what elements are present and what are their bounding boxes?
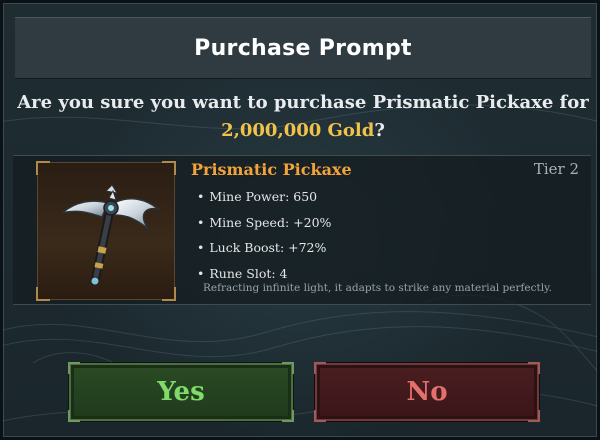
button-corner <box>282 362 294 374</box>
stat-luck-boost: • Luck Boost: +72% <box>197 240 327 255</box>
frame-corner <box>162 161 176 175</box>
stat-list: • Mine Power: 650 • Mine Speed: +20% • Luck… <box>197 184 331 286</box>
item-panel: Prismatic Pickaxe Tier 2 • Mine Power: 65… <box>13 155 591 305</box>
stat-mine-speed: • Mine Speed: +20% <box>197 214 332 230</box>
frame-corner <box>36 287 50 301</box>
title-bar: Purchase Prompt <box>15 17 591 79</box>
stat-mine-power: • Mine Power: 650 <box>197 189 318 204</box>
stat-text: Rune Slot: 4 <box>209 265 288 281</box>
yes-button[interactable]: Yes <box>68 362 294 422</box>
stat-text: Luck Boost: +72% <box>209 240 327 255</box>
frame-corner <box>36 161 50 175</box>
item-icon-frame <box>36 161 176 301</box>
pickaxe-icon <box>61 184 161 286</box>
price-text: 2,000,000 Gold <box>221 120 375 141</box>
frame-corner <box>162 287 176 301</box>
yes-button-label: Yes <box>157 377 205 407</box>
button-corner <box>68 362 80 374</box>
tier-label: Tier 2 <box>533 160 579 178</box>
dialog-title: Purchase Prompt <box>194 35 412 61</box>
question-mark: ? <box>374 120 385 141</box>
item-description: Refracting infinite light, it adapts to … <box>203 282 552 294</box>
button-corner <box>314 410 326 422</box>
button-corner <box>528 362 540 374</box>
button-corner <box>68 410 80 422</box>
button-corner <box>314 362 326 374</box>
item-name: Prismatic Pickaxe <box>191 160 352 179</box>
button-corner <box>282 410 294 422</box>
purchase-dialog: Purchase Prompt Are you sure you want to… <box>0 0 600 440</box>
button-corner <box>528 410 540 422</box>
no-button-label: No <box>406 377 448 407</box>
question-text: Are you sure you want to purchase Prisma… <box>17 92 589 113</box>
purchase-question: Are you sure you want to purchase Prisma… <box>3 89 597 145</box>
no-button[interactable]: No <box>314 362 540 422</box>
stat-text: Mine Power: 650 <box>209 189 318 204</box>
stat-text: Mine Speed: +20% <box>209 214 332 230</box>
